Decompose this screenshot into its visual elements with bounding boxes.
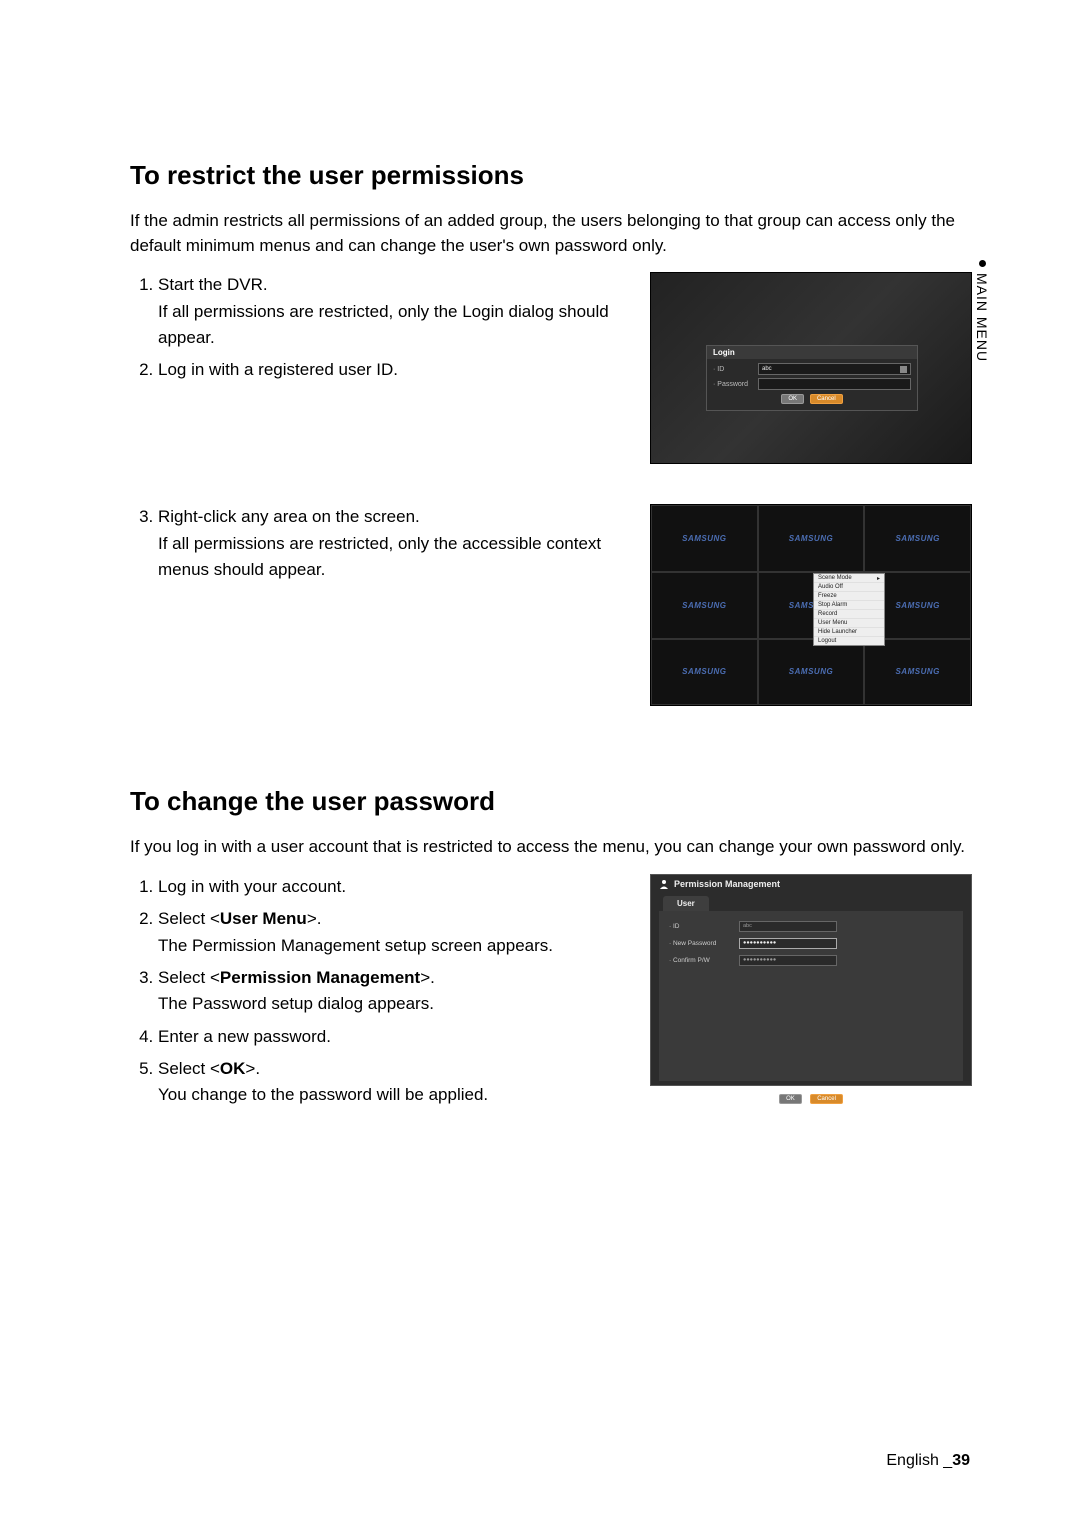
page-footer: English _39: [886, 1452, 970, 1470]
section1-intro: If the admin restricts all permissions o…: [130, 209, 970, 258]
screenshot-login: Login · ID abc · Password: [650, 272, 972, 464]
pm-ok-button[interactable]: OK: [779, 1094, 802, 1104]
brand-logo: SAMSUNG: [682, 534, 726, 543]
pm-tab-user[interactable]: User: [663, 896, 709, 911]
login-dialog: Login · ID abc · Password: [706, 345, 918, 411]
user-icon: [659, 879, 669, 889]
brand-logo: SAMSUNG: [682, 667, 726, 676]
s1-step3: Right-click any area on the screen. If a…: [158, 504, 630, 583]
screenshot-permission: Permission Management User · ID abc · Ne…: [650, 874, 972, 1086]
login-cancel-button[interactable]: Cancel: [810, 394, 843, 404]
login-pw-input[interactable]: [758, 378, 911, 390]
section2-intro: If you log in with a user account that i…: [130, 835, 970, 860]
ctx-audio-off[interactable]: Audio Off: [814, 583, 884, 592]
context-menu: Scene Mode Audio Off Freeze Stop Alarm R…: [813, 573, 885, 646]
pm-title: Permission Management: [674, 879, 780, 889]
s2-step4: Enter a new password.: [158, 1024, 630, 1050]
pm-newpw-label: · New Password: [669, 940, 739, 947]
brand-logo: SAMSUNG: [682, 601, 726, 610]
login-id-label: · ID: [713, 366, 758, 373]
pm-confirm-field[interactable]: ●●●●●●●●●●: [739, 955, 837, 966]
s2-step5: Select <OK>. You change to the password …: [158, 1056, 630, 1109]
pm-newpw-field[interactable]: ●●●●●●●●●●: [739, 938, 837, 949]
ctx-record[interactable]: Record: [814, 610, 884, 619]
pm-id-label: · ID: [669, 923, 739, 930]
login-pw-label: · Password: [713, 381, 758, 388]
s2-step2: Select <User Menu>. The Permission Manag…: [158, 906, 630, 959]
login-title: Login: [707, 346, 917, 359]
s1-step1: Start the DVR. If all permissions are re…: [158, 272, 630, 351]
ctx-logout[interactable]: Logout: [814, 637, 884, 645]
section1-heading: To restrict the user permissions: [130, 160, 970, 191]
s1-step2: Log in with a registered user ID.: [158, 357, 630, 383]
ctx-user-menu[interactable]: User Menu: [814, 619, 884, 628]
pm-id-field[interactable]: abc: [739, 921, 837, 932]
ctx-stop-alarm[interactable]: Stop Alarm: [814, 601, 884, 610]
ctx-hide-launcher[interactable]: Hide Launcher: [814, 628, 884, 637]
screenshot-grid: 2012-01-01 01:10:25 👤 SAMSUNG SAMSUNG SA…: [650, 504, 972, 706]
login-id-select[interactable]: abc: [758, 363, 911, 375]
ctx-freeze[interactable]: Freeze: [814, 592, 884, 601]
brand-logo: SAMSUNG: [895, 601, 939, 610]
s2-step3: Select <Permission Management>. The Pass…: [158, 965, 630, 1018]
login-ok-button[interactable]: OK: [781, 394, 804, 404]
brand-logo: SAMSUNG: [895, 667, 939, 676]
pm-cancel-button[interactable]: Cancel: [810, 1094, 843, 1104]
section2-heading: To change the user password: [130, 786, 970, 817]
brand-logo: SAMSUNG: [895, 534, 939, 543]
dropdown-icon: [900, 366, 907, 373]
pm-confirm-label: · Confirm P/W: [669, 957, 739, 964]
s2-step1: Log in with your account.: [158, 874, 630, 900]
brand-logo: SAMSUNG: [789, 534, 833, 543]
ctx-scene-mode[interactable]: Scene Mode: [814, 574, 884, 583]
brand-logo: SAMSUNG: [789, 667, 833, 676]
